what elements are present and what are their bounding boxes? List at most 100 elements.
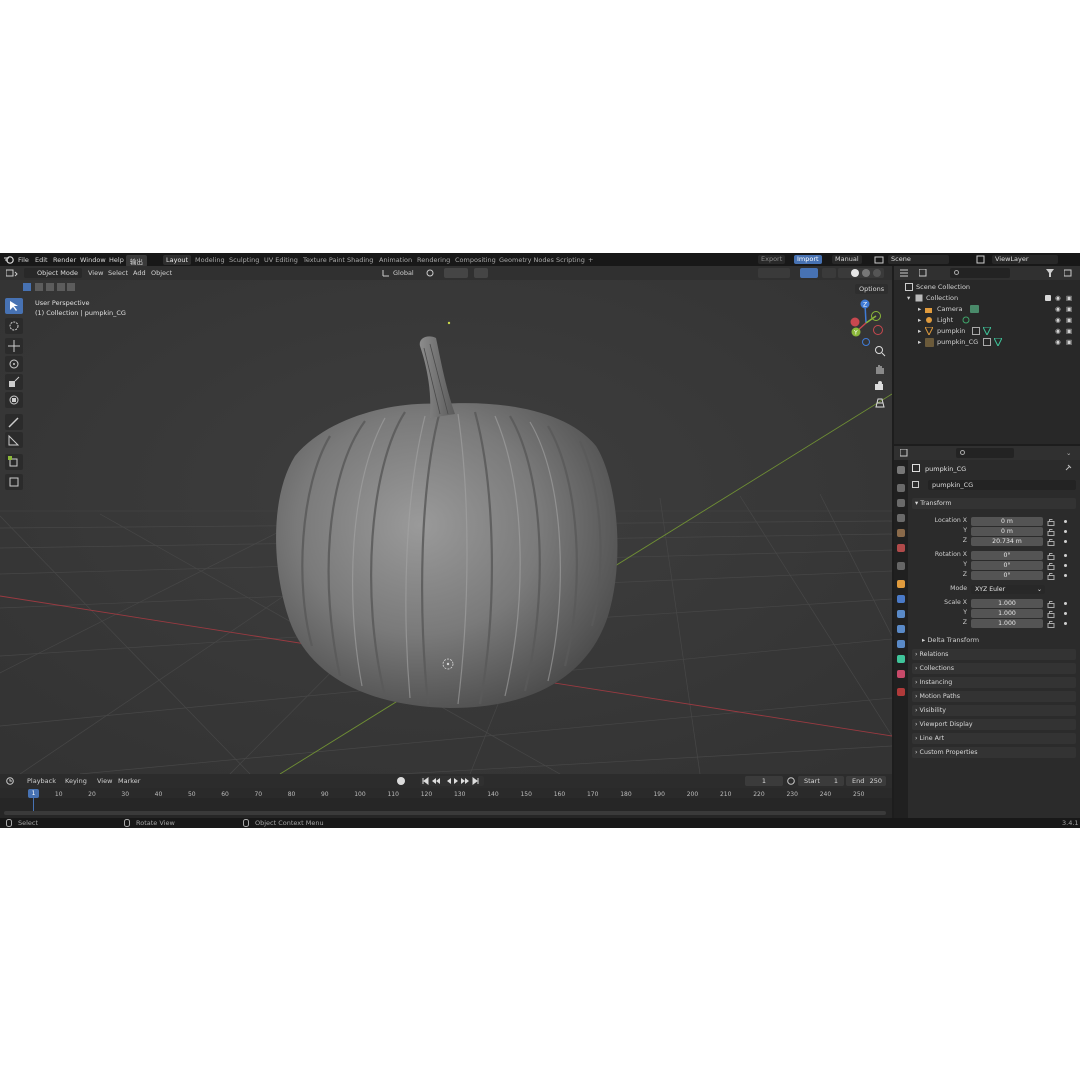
viewlayer-selector[interactable]: ViewLayer <box>992 255 1058 264</box>
annotate-tool[interactable] <box>5 414 23 430</box>
camera-render-icon[interactable]: ▣ <box>1066 315 1072 325</box>
transform-tool[interactable] <box>5 392 23 408</box>
motion-paths-panel[interactable]: › Motion Paths <box>912 691 1076 702</box>
editor-type-icon[interactable] <box>5 269 18 279</box>
outliner-row-light[interactable]: ▸ Light ◉ ▣ <box>894 315 1080 325</box>
world-tab-icon[interactable] <box>897 544 905 552</box>
instancing-panel[interactable]: › Instancing <box>912 677 1076 688</box>
collections-panel[interactable]: › Collections <box>912 663 1076 674</box>
blender-logo-icon[interactable] <box>4 255 14 266</box>
material-shading-icon[interactable] <box>862 269 870 277</box>
end-frame-field[interactable]: End 250 <box>846 776 886 786</box>
tab-scripting[interactable]: Scripting <box>556 256 585 264</box>
lock-icon[interactable] <box>1047 552 1055 562</box>
keyframe-dot-icon[interactable] <box>1064 530 1067 533</box>
export-button[interactable]: Export <box>758 255 786 264</box>
lock-icon[interactable] <box>1047 572 1055 582</box>
texture-tab-icon[interactable] <box>897 688 905 696</box>
outliner-row-collection[interactable]: ▾ Collection ◉ ▣ <box>894 293 1080 303</box>
select-intersect-icon[interactable] <box>67 283 75 291</box>
display-mode-icon[interactable] <box>918 268 931 279</box>
lock-icon[interactable] <box>1047 518 1055 528</box>
properties-editor[interactable]: ⌄ pumpkin_CG pumpkin_CG ▾ Transform Loca… <box>894 446 1080 818</box>
new-collection-icon[interactable] <box>1063 269 1074 279</box>
tab-layout[interactable]: Layout <box>163 255 192 265</box>
menu-help[interactable]: Help <box>109 256 124 264</box>
lock-icon[interactable] <box>1047 538 1055 548</box>
menu-playback[interactable]: Playback <box>27 777 56 785</box>
rotate-tool[interactable] <box>5 356 23 372</box>
import-button[interactable]: Import <box>794 255 822 264</box>
lock-icon[interactable] <box>1047 528 1055 538</box>
menu-timeline-view[interactable]: View <box>97 777 112 785</box>
add-workspace-button[interactable]: + <box>588 256 593 264</box>
start-frame-field[interactable]: Start 1 <box>798 776 844 786</box>
menu-file[interactable]: File <box>18 256 29 264</box>
tool-tab-icon[interactable] <box>897 466 905 474</box>
outliner-row-pumpkin[interactable]: ▸ pumpkin ◉ ▣ <box>894 326 1080 337</box>
render-tab-icon[interactable] <box>897 484 905 492</box>
scale-z-field[interactable]: 1.000 <box>971 619 1043 628</box>
object-name-field[interactable]: pumpkin_CG <box>928 480 1076 490</box>
scale-x-field[interactable]: 1.000 <box>971 599 1043 608</box>
camera-render-icon[interactable]: ▣ <box>1066 293 1072 303</box>
scene-selector[interactable]: Scene <box>888 255 949 264</box>
clock-icon[interactable] <box>6 777 18 787</box>
camera-render-icon[interactable]: ▣ <box>1066 326 1072 336</box>
pan-hand-icon[interactable] <box>873 362 887 376</box>
outliner-editor-icon[interactable] <box>900 269 912 279</box>
constraints-tab-icon[interactable] <box>897 640 905 648</box>
camera-view-icon[interactable] <box>873 379 887 393</box>
menu-object[interactable]: Object <box>151 269 172 277</box>
solid-shading-icon[interactable] <box>851 269 859 277</box>
expand-arrow-icon[interactable]: ▸ <box>918 326 921 336</box>
material-tab-icon[interactable] <box>897 670 905 678</box>
transform-panel-header[interactable]: ▾ Transform <box>912 498 1076 509</box>
tab-geometry-nodes[interactable]: Geometry Nodes <box>499 256 554 264</box>
options-chevron-icon[interactable]: ⌄ <box>1066 449 1071 457</box>
menu-render[interactable]: Render <box>53 256 76 264</box>
rotation-mode-dropdown[interactable]: XYZ Euler ⌄ <box>971 585 1045 594</box>
cursor-tool[interactable] <box>5 318 23 334</box>
keyframe-dot-icon[interactable] <box>1064 602 1067 605</box>
data-tab-icon[interactable] <box>897 655 905 663</box>
menu-view[interactable]: View <box>88 269 103 277</box>
playback-controls[interactable] <box>420 776 484 786</box>
tab-animation[interactable]: Animation <box>379 256 412 264</box>
tab-shading[interactable]: Shading <box>347 256 373 264</box>
outliner-row-scene-collection[interactable]: Scene Collection <box>894 282 1080 292</box>
collection-tab-icon[interactable] <box>897 562 905 570</box>
lock-icon[interactable] <box>1047 600 1055 610</box>
keyframe-dot-icon[interactable] <box>1064 554 1067 557</box>
menu-window[interactable]: Window <box>80 256 106 264</box>
overlay-toggle[interactable] <box>822 268 836 278</box>
view-layer-tab-icon[interactable] <box>897 514 905 522</box>
3d-viewport[interactable]: Object Mode View Select Add Object Globa… <box>0 266 892 774</box>
options-dropdown[interactable]: Options <box>855 284 889 294</box>
lock-icon[interactable] <box>1047 620 1055 630</box>
camera-render-icon[interactable]: ▣ <box>1066 337 1072 347</box>
visibility-panel[interactable]: › Visibility <box>912 705 1076 716</box>
pin-icon[interactable] <box>1064 464 1072 474</box>
keyframe-dot-icon[interactable] <box>1064 574 1067 577</box>
physics-tab-icon[interactable] <box>897 625 905 633</box>
menu-add[interactable]: Add <box>133 269 146 277</box>
menu-select[interactable]: Select <box>108 269 128 277</box>
tab-uv-editing[interactable]: UV Editing <box>264 256 298 264</box>
properties-search-input[interactable] <box>956 448 1014 458</box>
current-frame-field[interactable]: 1 <box>745 776 783 786</box>
pivot-icon[interactable] <box>426 269 436 279</box>
scale-y-field[interactable]: 1.000 <box>971 609 1043 618</box>
timeline-scrollbar[interactable] <box>4 811 886 815</box>
timeline-editor[interactable]: Playback Keying View Marker 1 Start 1 En… <box>0 774 892 818</box>
eye-icon[interactable]: ◉ <box>1055 337 1061 347</box>
eye-icon[interactable]: ◉ <box>1055 304 1061 314</box>
rotation-x-field[interactable]: 0° <box>971 551 1043 560</box>
select-box-tool[interactable] <box>5 298 23 314</box>
outliner[interactable]: Scene Collection ▾ Collection ◉ ▣ ▸ Came… <box>894 266 1080 444</box>
tab-rendering[interactable]: Rendering <box>417 256 450 264</box>
outliner-row-pumpkin-cg[interactable]: ▸ pumpkin_CG ◉ ▣ <box>894 337 1080 348</box>
scene-tab-icon[interactable] <box>897 529 905 537</box>
location-x-field[interactable]: 0 m <box>971 517 1043 526</box>
eye-icon[interactable]: ◉ <box>1055 326 1061 336</box>
